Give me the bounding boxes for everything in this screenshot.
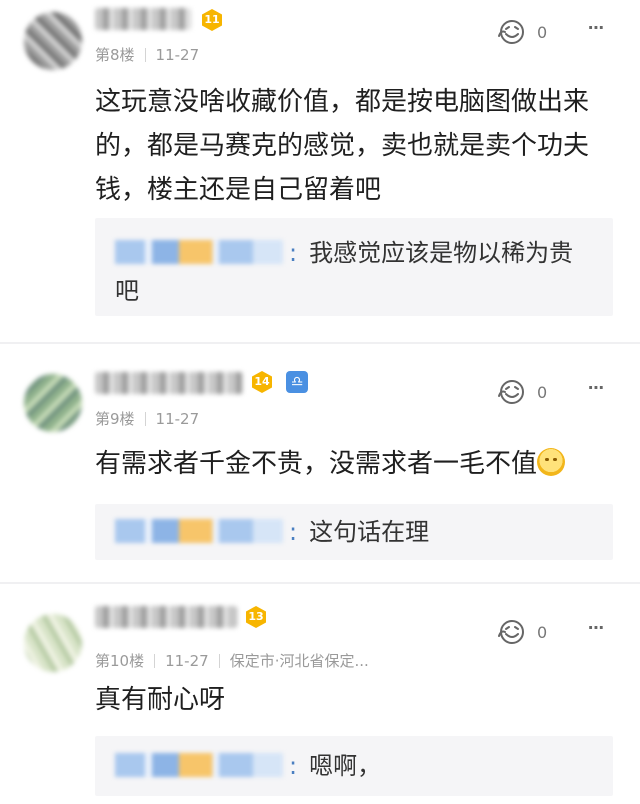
like-face-icon	[498, 20, 524, 44]
reply-usernames-blurred[interactable]	[115, 519, 283, 543]
reply-box[interactable]: : 这句话在理	[95, 504, 613, 560]
comment-text-line: 有需求者千金不贵，没需求者一毛不值	[95, 442, 615, 486]
reply-text: 嗯啊，	[309, 752, 382, 780]
meta-divider	[144, 48, 146, 62]
like-count: 0	[537, 382, 548, 402]
level-number: 13	[248, 610, 264, 623]
comment-meta: 第8楼 11-27	[95, 44, 199, 65]
avatar[interactable]	[24, 614, 82, 672]
like-face-icon	[498, 620, 524, 644]
like-count: 0	[537, 22, 548, 42]
reply-line: : 我感觉应该是物以稀为贵吧	[115, 234, 595, 310]
avatar[interactable]	[24, 12, 82, 70]
like-face-icon	[498, 380, 524, 404]
comment-item: 11 第8楼 11-27 0 ⋯ 这玩意没啥收藏价值，都是按电脑图做出来的，都是马…	[0, 0, 640, 342]
like-count: 0	[537, 622, 548, 642]
comment-item: 13 第10楼 11-27 保定市·河北省保定... 0 ⋯ 真有耐心呀 : 嗯啊，	[0, 584, 640, 804]
comment-meta: 第9楼 11-27	[95, 408, 199, 429]
reply-colon: :	[289, 239, 298, 267]
meta-divider	[144, 412, 146, 426]
more-options-icon[interactable]: ⋯	[588, 18, 606, 37]
comment-text: 真有耐心呀	[95, 685, 226, 715]
like-button[interactable]: 0	[497, 618, 547, 646]
reply-line: : 这句话在理	[115, 513, 595, 551]
floor-number: 第9楼	[95, 410, 135, 428]
level-badge: 14	[250, 370, 274, 394]
like-button[interactable]: 0	[497, 18, 547, 46]
reply-box[interactable]: : 我感觉应该是物以稀为贵吧	[95, 218, 613, 316]
post-date: 11-27	[155, 410, 200, 428]
reply-colon: :	[289, 518, 298, 546]
username-blurred[interactable]	[95, 8, 191, 30]
reply-usernames-blurred[interactable]	[115, 753, 283, 777]
reply-text: 这句话在理	[309, 518, 430, 546]
more-options-icon[interactable]: ⋯	[588, 378, 606, 397]
username-blurred[interactable]	[95, 372, 243, 394]
reply-colon: :	[289, 752, 298, 780]
zodiac-libra-icon: ♎	[286, 371, 308, 393]
meta-divider	[154, 654, 156, 668]
hug-emoji-icon	[537, 448, 566, 476]
username-blurred[interactable]	[95, 606, 237, 628]
comment-meta: 第10楼 11-27 保定市·河北省保定...	[95, 650, 369, 671]
level-badge: 11	[200, 8, 224, 32]
post-date: 11-27	[165, 652, 209, 670]
reply-usernames-blurred[interactable]	[115, 240, 283, 264]
comment-text: 这玩意没啥收藏价值，都是按电脑图做出来的，都是马赛克的感觉，卖也就是卖个功夫钱，…	[95, 87, 590, 205]
floor-number: 第10楼	[95, 652, 145, 670]
comment-text: 有需求者千金不贵，没需求者一毛不值	[95, 449, 538, 479]
more-options-icon[interactable]: ⋯	[588, 618, 606, 637]
level-badge: 13	[244, 605, 268, 629]
level-number: 11	[204, 13, 220, 26]
floor-number: 第8楼	[95, 46, 135, 64]
reply-box[interactable]: : 嗯啊，	[95, 736, 613, 796]
like-button[interactable]: 0	[497, 378, 547, 406]
reply-line: : 嗯啊，	[115, 747, 595, 785]
comment-item: 14 ♎ 第9楼 11-27 0 ⋯ 有需求者千金不贵，没需求者一毛不值 : 这句话…	[0, 344, 640, 582]
level-number: 14	[254, 375, 270, 388]
meta-divider	[218, 654, 220, 668]
avatar[interactable]	[24, 374, 82, 432]
post-date: 11-27	[155, 46, 200, 64]
post-location: 保定市·河北省保定...	[229, 652, 369, 670]
